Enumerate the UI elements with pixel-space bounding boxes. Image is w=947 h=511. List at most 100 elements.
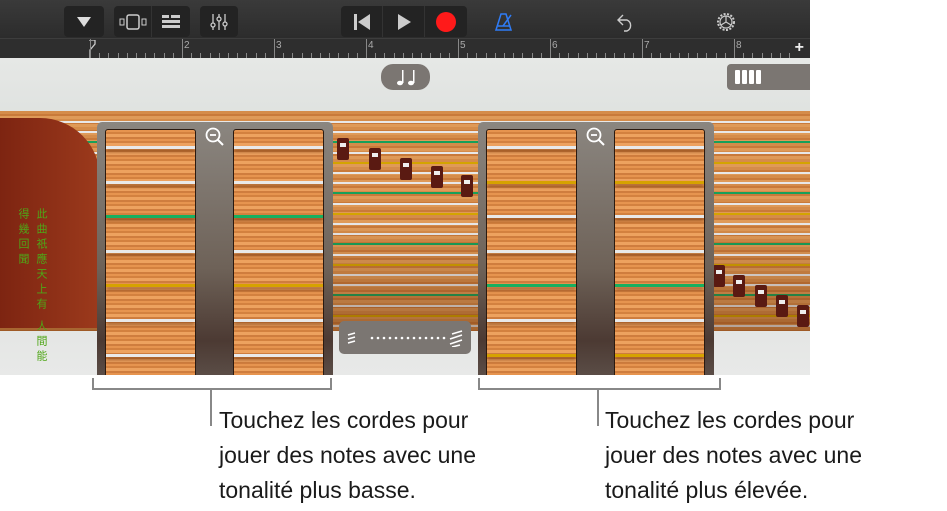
playable-string[interactable] <box>234 215 323 219</box>
callout-line: Touchez les cordes pour <box>219 407 469 433</box>
play-button[interactable] <box>383 6 425 37</box>
playable-string[interactable] <box>615 249 704 253</box>
callout-annotations: Touchez les cordes pour jouer des notes … <box>0 375 947 511</box>
high-callout-line <box>597 390 599 426</box>
view-toggle-button[interactable] <box>114 6 152 37</box>
playable-string[interactable] <box>234 319 323 322</box>
transport-controls <box>341 6 467 37</box>
ruler-bar-number: 2 <box>184 40 190 51</box>
notes-mode-button[interactable] <box>381 64 430 90</box>
slider-dot <box>418 336 422 339</box>
slider-dot <box>442 336 446 339</box>
ruler-tick <box>550 39 551 58</box>
playable-string[interactable] <box>106 146 195 149</box>
playable-string[interactable] <box>487 353 576 357</box>
undo-icon <box>617 14 632 32</box>
playable-string[interactable] <box>106 353 195 357</box>
tracks-view-icon <box>162 14 180 28</box>
playable-string[interactable] <box>106 180 195 184</box>
ruler-tick <box>366 39 367 58</box>
playable-string[interactable] <box>234 353 323 357</box>
string-bridge <box>713 265 725 287</box>
string-bridge <box>431 166 443 188</box>
low-string-strip-2[interactable] <box>233 129 324 375</box>
slider-dot <box>394 336 398 339</box>
playable-string[interactable] <box>615 215 704 219</box>
ruler-bar-number: 4 <box>368 40 374 51</box>
view-toggle-icon <box>119 13 146 30</box>
undo-button[interactable] <box>612 6 640 37</box>
add-section-button[interactable]: + <box>795 39 804 57</box>
playable-string[interactable] <box>106 215 195 219</box>
playable-string[interactable] <box>487 180 576 184</box>
ruler-bar-number: 3 <box>276 40 282 51</box>
high-strings-bracket <box>478 378 721 390</box>
low-string-strip-1[interactable] <box>105 129 196 375</box>
zoom-out-icon[interactable] <box>586 127 606 147</box>
metronome-button[interactable] <box>490 6 518 37</box>
settings-icon <box>717 12 735 31</box>
guzheng-instrument: 此曲祇應天上有 人間能得幾回聞 <box>0 58 810 375</box>
rewind-button[interactable] <box>341 6 383 37</box>
playable-string[interactable] <box>487 215 576 219</box>
callout-line: Touchez les cordes pour <box>605 407 855 433</box>
string-bridge <box>776 295 788 317</box>
timeline-ruler[interactable]: 2 3 4 5 6 7 8 + <box>0 38 810 58</box>
record-icon <box>436 11 456 32</box>
playable-string[interactable] <box>106 284 195 288</box>
slider-dot <box>370 336 374 339</box>
glissando-icon <box>347 329 463 347</box>
chords-view-button[interactable] <box>727 64 810 90</box>
low-strings-bracket <box>92 378 332 390</box>
dropdown-icon <box>77 16 91 27</box>
playable-string[interactable] <box>106 319 195 322</box>
playable-string[interactable] <box>234 180 323 184</box>
browser-button[interactable] <box>64 6 104 37</box>
ruler-bar-number: 7 <box>644 40 650 51</box>
high-string-strip-2[interactable] <box>614 129 705 375</box>
playable-string[interactable] <box>487 284 576 288</box>
low-pitch-strings-panel <box>97 122 333 375</box>
high-pitch-callout: Touchez les cordes pour jouer des notes … <box>605 403 862 508</box>
play-icon <box>397 13 411 30</box>
ruler-tick <box>734 39 735 58</box>
tracks-view-button[interactable] <box>152 6 190 37</box>
string-bridge <box>461 175 473 197</box>
ruler-tick <box>642 39 643 58</box>
playable-string[interactable] <box>234 249 323 253</box>
playable-string[interactable] <box>615 319 704 322</box>
zoom-out-icon[interactable] <box>205 127 225 147</box>
playable-string[interactable] <box>487 146 576 149</box>
playable-string[interactable] <box>615 353 704 357</box>
low-callout-line <box>210 390 212 426</box>
playable-string[interactable] <box>487 319 576 322</box>
slider-dot <box>376 336 380 339</box>
playable-string[interactable] <box>487 249 576 253</box>
guzheng-inscription: 此曲祇應天上有 人間能得幾回聞 <box>14 208 50 375</box>
rewind-icon <box>353 13 370 30</box>
slider-dot <box>424 336 428 339</box>
slider-dot <box>382 336 386 339</box>
playable-string[interactable] <box>615 146 704 149</box>
ruler-tick <box>274 39 275 58</box>
ruler-tick <box>458 39 459 58</box>
strips-icon <box>735 70 761 84</box>
callout-line: tonalité plus basse. <box>219 477 416 503</box>
mixer-button[interactable] <box>200 6 238 37</box>
ruler-bar-number: 6 <box>552 40 558 51</box>
callout-line: tonalité plus élevée. <box>605 477 809 503</box>
playable-string[interactable] <box>106 249 195 253</box>
string-bridge <box>733 275 745 297</box>
metronome-icon <box>495 12 513 31</box>
record-button[interactable] <box>425 6 467 37</box>
playable-string[interactable] <box>234 146 323 149</box>
playable-string[interactable] <box>234 284 323 288</box>
playable-string[interactable] <box>615 180 704 184</box>
high-string-strip-1[interactable] <box>486 129 577 375</box>
inscription-right: 此曲祇應天上有 <box>35 208 47 313</box>
settings-button[interactable] <box>712 6 740 37</box>
playable-string[interactable] <box>615 284 704 288</box>
glissando-slider[interactable] <box>339 321 471 354</box>
string-bridge <box>797 305 809 327</box>
slider-dot <box>400 336 404 339</box>
